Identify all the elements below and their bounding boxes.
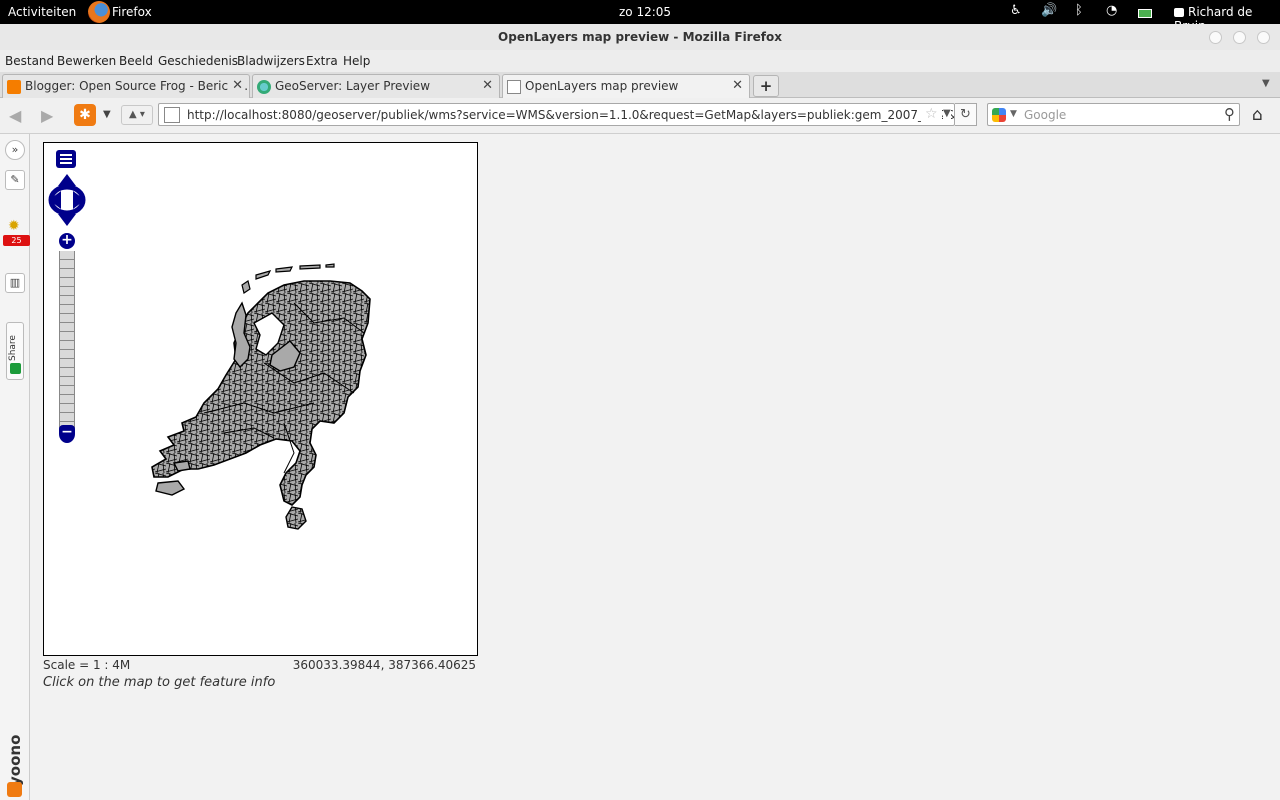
zoom-control: + −	[56, 233, 78, 445]
tab-openlayers[interactable]: OpenLayers map preview ✕	[502, 74, 750, 99]
maximize-button[interactable]	[1233, 31, 1246, 44]
battery-icon[interactable]	[1138, 7, 1152, 22]
zoom-out-button[interactable]: −	[59, 425, 75, 443]
notification-icon[interactable]: ✹	[8, 218, 20, 234]
panel-toggle-icon[interactable]: ▥	[5, 273, 25, 293]
url-bar[interactable]: http://localhost:8080/geoserver/publiek/…	[158, 103, 955, 126]
navigation-toolbar: ◀ ▶ ✱ ▼ ▲ ▾ http://localhost:8080/geoser…	[0, 98, 1280, 134]
search-icon[interactable]: ⚲	[1224, 105, 1235, 123]
map-viewport[interactable]: + −	[43, 142, 478, 656]
share-label: Share	[8, 335, 18, 361]
clock[interactable]: zo 12:05	[619, 5, 671, 19]
site-favicon-icon	[164, 107, 180, 123]
layer-switcher-icon[interactable]	[56, 150, 76, 168]
url-history-dropdown-icon[interactable]: ▼	[943, 108, 951, 119]
yoono-sidebar: » ✎ ✹ 25 ▥ Share yoono	[0, 134, 30, 800]
tab-list-dropdown-icon[interactable]: ▼	[1262, 78, 1270, 89]
app-name: Firefox	[112, 5, 152, 19]
accessibility-icon[interactable]: ♿	[1010, 3, 1022, 18]
home-icon[interactable]: ⌂	[1252, 105, 1263, 125]
window-title: OpenLayers map preview - Mozilla Firefox	[498, 30, 782, 44]
tab-geoserver[interactable]: GeoServer: Layer Preview ✕	[252, 74, 500, 98]
coordinates-readout: 360033.39844, 387366.40625	[292, 658, 476, 672]
share-button[interactable]: Share	[6, 322, 24, 380]
menu-help[interactable]: Help	[343, 54, 370, 68]
menu-bestand[interactable]: Bestand	[5, 54, 54, 68]
blogger-icon	[7, 80, 21, 94]
gnome-top-bar: Activiteiten Firefox zo 12:05 ♿ 🔊 ᛒ ◔ Ri…	[0, 0, 1280, 33]
menu-extra[interactable]: Extra	[306, 54, 338, 68]
tab-label: OpenLayers map preview	[525, 79, 679, 93]
menu-beeld[interactable]: Beeld	[119, 54, 153, 68]
municipalities-layer[interactable]	[144, 263, 374, 533]
bookmark-star-icon[interactable]: ☆	[921, 106, 942, 122]
tab-label: Blogger: Open Source Frog - Bericht ...	[25, 79, 250, 93]
firefox-icon	[88, 1, 110, 23]
expand-sidebar-icon[interactable]: »	[5, 140, 25, 160]
yoono-toolbar-icon[interactable]: ✱	[74, 104, 96, 126]
url-text: http://localhost:8080/geoserver/publiek/…	[187, 108, 955, 122]
back-button[interactable]: ◀	[9, 106, 21, 125]
reload-button[interactable]: ↻	[955, 103, 977, 126]
wifi-icon[interactable]: ◔	[1106, 3, 1117, 18]
forward-button[interactable]: ▶	[41, 106, 53, 125]
search-input[interactable]: ▼ Google ⚲	[987, 103, 1240, 126]
minimize-button[interactable]	[1209, 31, 1222, 44]
map-page-icon	[507, 80, 521, 94]
notification-badge: 25	[3, 235, 30, 246]
window-titlebar: OpenLayers map preview - Mozilla Firefox	[0, 24, 1280, 50]
close-tab-icon[interactable]: ✕	[732, 78, 743, 93]
pan-north-icon[interactable]	[58, 174, 76, 186]
menu-bar: Bestand Bewerken Beeld Geschiedenis Blad…	[0, 50, 1280, 72]
close-tab-icon[interactable]: ✕	[482, 78, 493, 93]
tab-bar: Blogger: Open Source Frog - Bericht ... …	[0, 72, 1280, 99]
search-engine-dropdown-icon[interactable]: ▼	[1010, 109, 1017, 119]
share-icon	[10, 363, 21, 374]
scale-label: Scale = 1 : 4M	[43, 658, 131, 672]
tools-icon[interactable]: ✎	[5, 170, 25, 190]
pan-control	[48, 174, 86, 226]
yoono-brand: yoono	[6, 734, 24, 786]
new-tab-button[interactable]: +	[753, 75, 779, 97]
volume-icon[interactable]: 🔊	[1041, 3, 1057, 18]
yoono-logo-icon	[7, 782, 22, 797]
menu-bladwijzers[interactable]: Bladwijzers	[237, 54, 305, 68]
zoom-slider[interactable]	[59, 251, 75, 429]
google-engine-icon	[992, 108, 1006, 122]
tab-blogger[interactable]: Blogger: Open Source Frog - Bericht ... …	[2, 74, 250, 98]
close-tab-icon[interactable]: ✕	[228, 78, 243, 93]
geoserver-icon	[257, 80, 271, 94]
tab-label: GeoServer: Layer Preview	[275, 79, 431, 93]
close-window-button[interactable]	[1257, 31, 1270, 44]
search-placeholder: Google	[1024, 108, 1067, 122]
activities-button[interactable]: Activiteiten	[8, 5, 76, 19]
menu-bewerken[interactable]: Bewerken	[57, 54, 116, 68]
menu-geschiedenis[interactable]: Geschiedenis	[158, 54, 238, 68]
app-menu-firefox[interactable]: Firefox	[88, 0, 152, 24]
bluetooth-icon[interactable]: ᛒ	[1075, 3, 1083, 18]
pan-south-icon[interactable]	[58, 214, 76, 226]
zoom-in-button[interactable]: +	[59, 233, 75, 249]
identity-dropdown-button[interactable]: ▲ ▾	[121, 105, 153, 125]
feature-info-hint: Click on the map to get feature info	[43, 675, 276, 690]
chat-icon	[1174, 8, 1184, 17]
yoono-dropdown-icon[interactable]: ▼	[103, 109, 111, 120]
